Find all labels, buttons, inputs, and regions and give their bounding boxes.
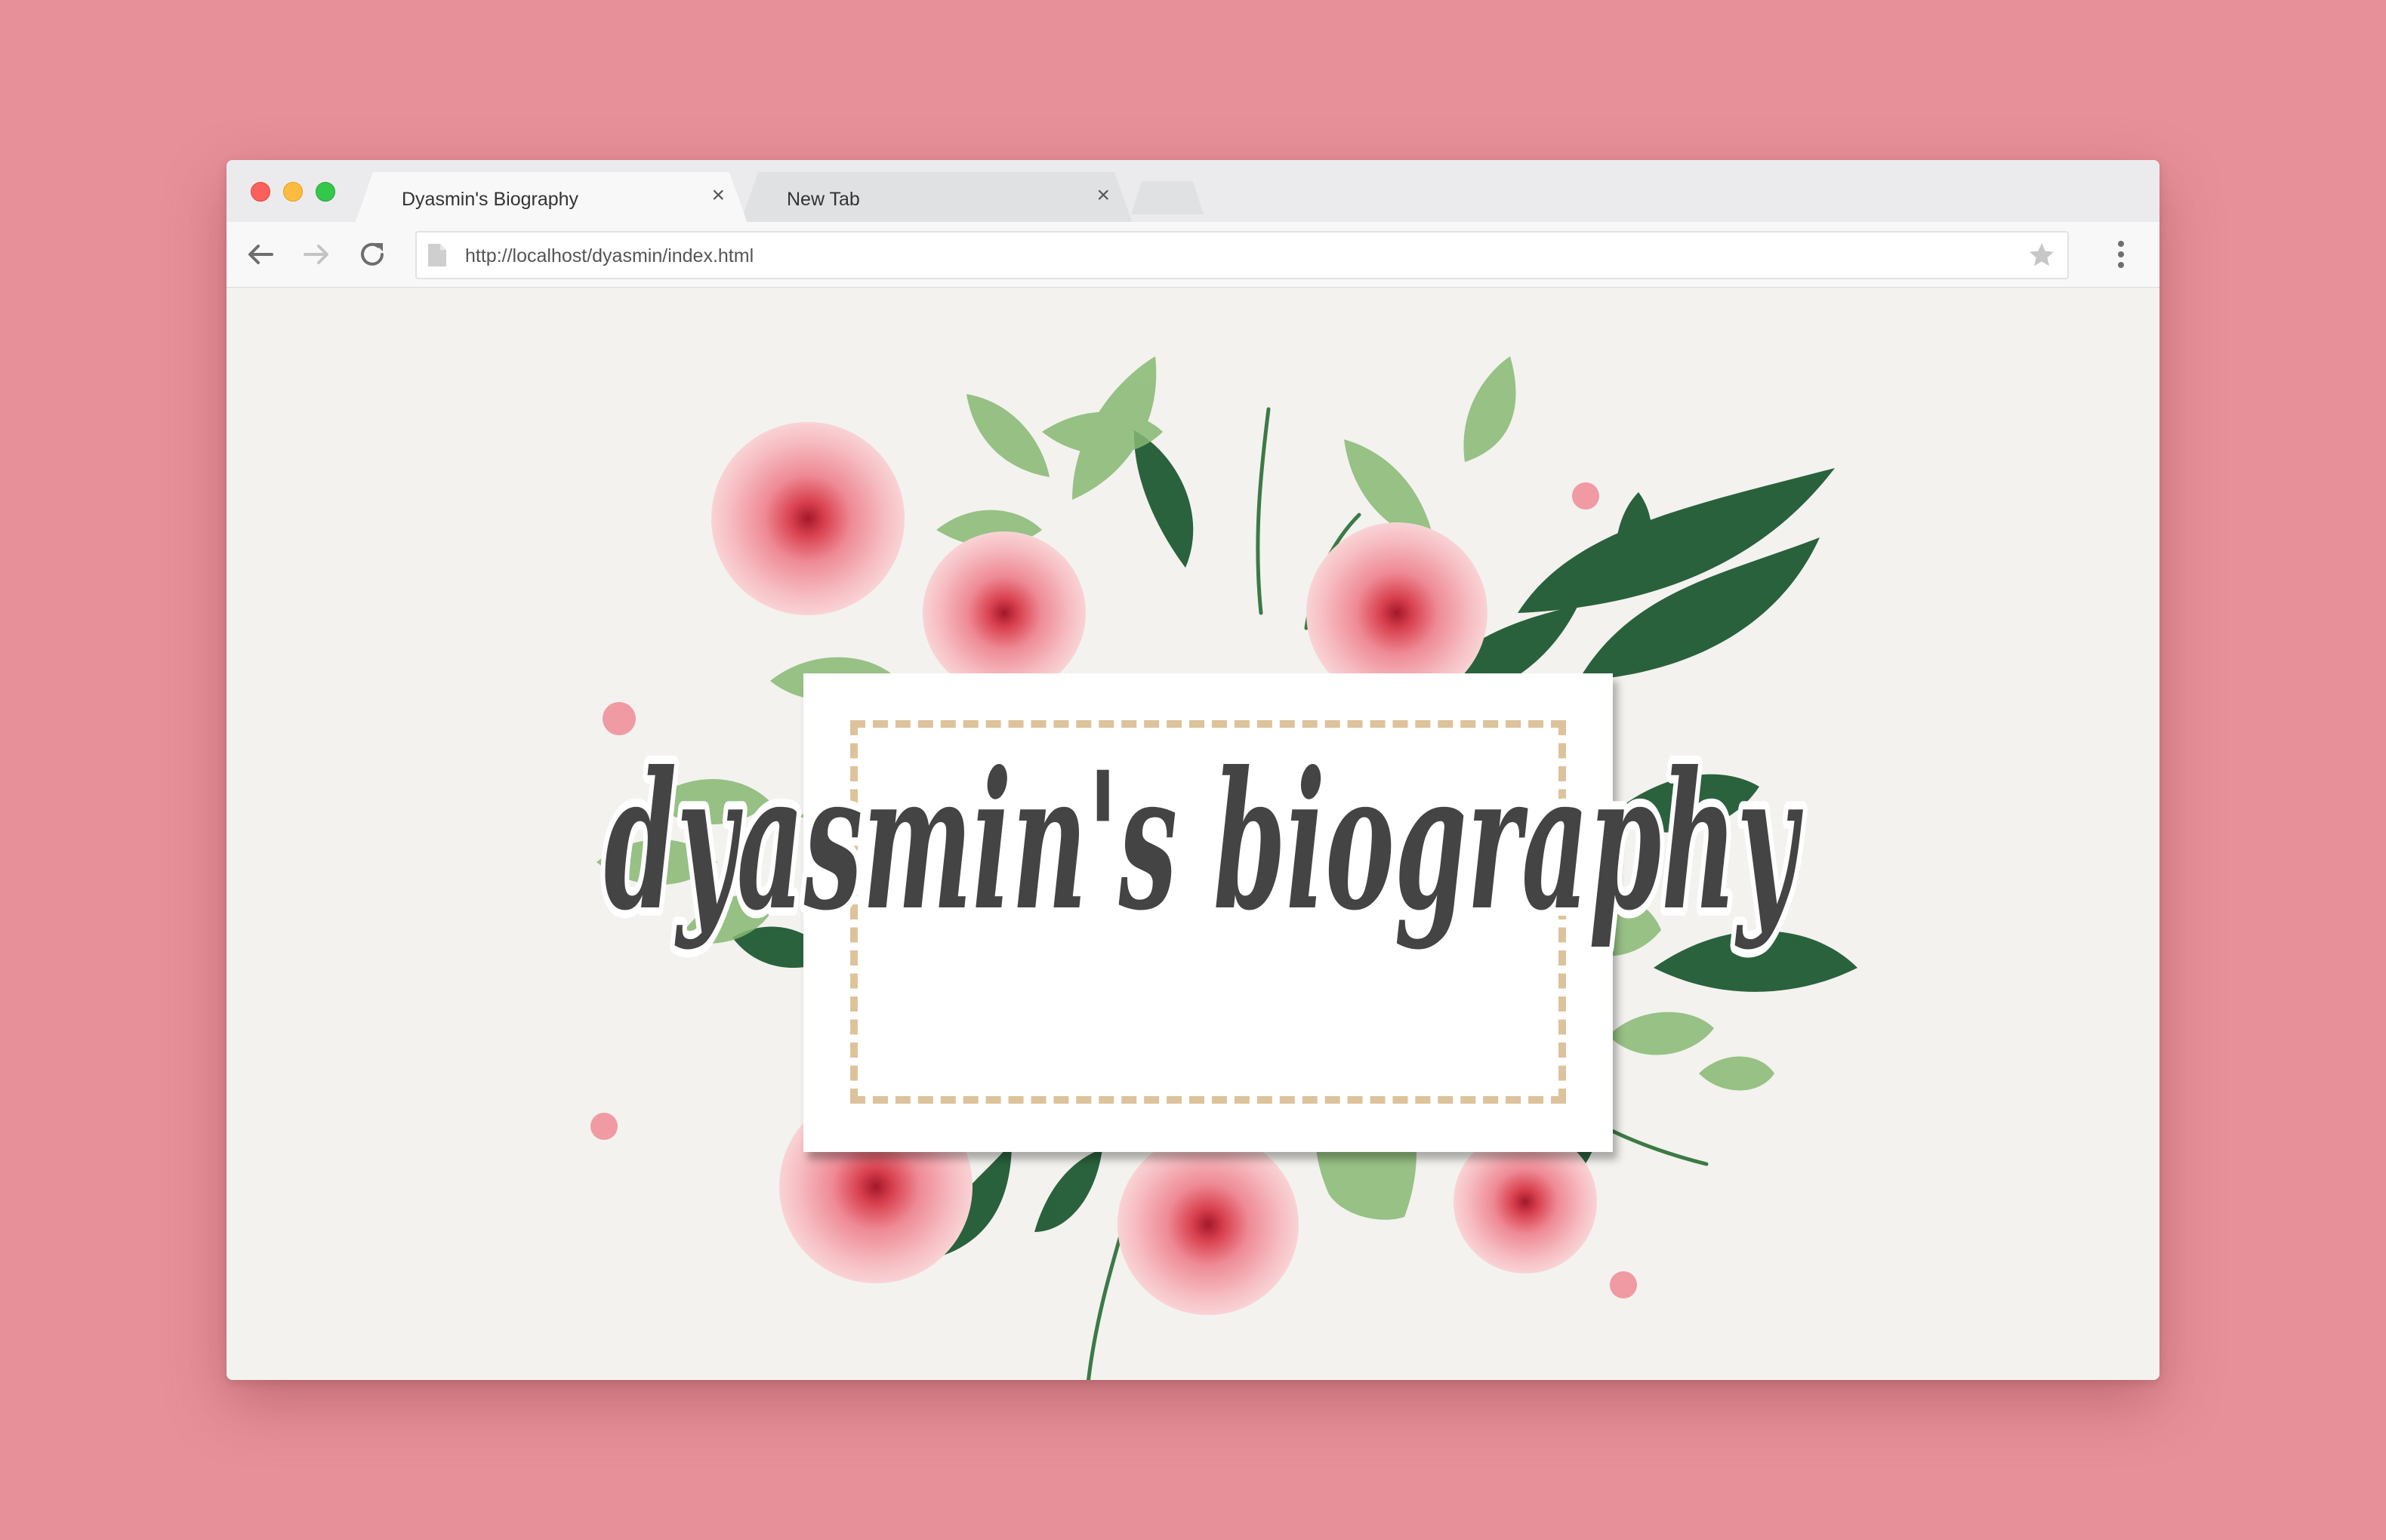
kebab-menu-icon[interactable] <box>2114 237 2128 272</box>
close-window-button[interactable] <box>251 182 270 202</box>
close-tab-icon[interactable]: × <box>1096 183 1110 208</box>
back-button[interactable] <box>243 237 278 272</box>
title-bar: Dyasmin's Biography × New Tab × <box>227 160 2159 223</box>
arrow-left-icon <box>248 245 273 264</box>
tab-label: Dyasmin's Biography <box>402 189 579 210</box>
title-card <box>803 673 1613 1152</box>
minimize-window-button[interactable] <box>283 182 303 202</box>
close-tab-icon[interactable]: × <box>711 183 725 208</box>
maximize-window-button[interactable] <box>316 182 335 202</box>
new-tab-button[interactable] <box>1131 181 1204 214</box>
reload-button[interactable] <box>355 237 390 272</box>
page-content: dyasmin's biography dyasmin's biography <box>227 288 2159 1380</box>
browser-window: Dyasmin's Biography × New Tab × http://l… <box>227 160 2159 1380</box>
tab-dyasmins-biography[interactable]: Dyasmin's Biography × <box>355 172 748 223</box>
reload-icon <box>361 242 384 266</box>
url-text: http://localhost/dyasmin/index.html <box>465 245 754 266</box>
page-icon <box>428 244 446 266</box>
tab-new-tab[interactable]: New Tab × <box>740 172 1133 223</box>
toolbar: http://localhost/dyasmin/index.html <box>227 222 2159 288</box>
tab-label: New Tab <box>787 189 860 210</box>
star-icon[interactable] <box>2027 240 2057 270</box>
forward-button[interactable] <box>299 237 334 272</box>
address-bar[interactable]: http://localhost/dyasmin/index.html <box>415 231 2069 279</box>
arrow-right-icon <box>304 245 328 264</box>
dashed-frame <box>850 720 1566 1104</box>
